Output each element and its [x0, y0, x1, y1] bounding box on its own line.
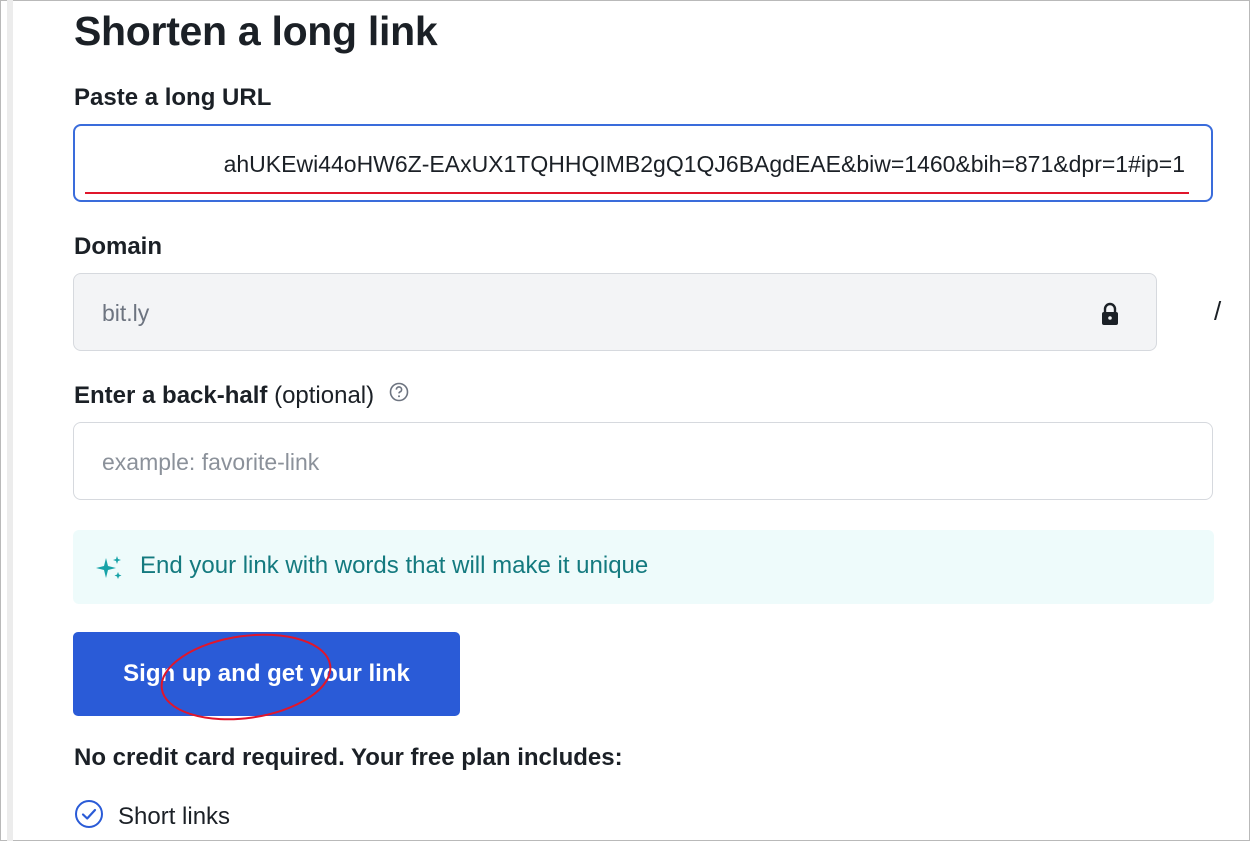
domain-separator: / [1214, 296, 1222, 326]
backhalf-label-text: Enter a back-half [74, 382, 268, 409]
domain-label: Domain [74, 233, 163, 260]
domain-field: bit.ly [73, 273, 1157, 351]
lock-icon [1100, 302, 1120, 332]
signup-get-link-button[interactable]: Sign up and get your link [73, 632, 460, 716]
sparkles-icon [95, 555, 123, 586]
url-label: Paste a long URL [74, 84, 272, 111]
annotation-underline [85, 192, 1189, 194]
backhalf-placeholder: example: favorite-link [102, 449, 320, 475]
backhalf-label: Enter a back-half (optional) [74, 382, 409, 410]
check-circle-icon [74, 799, 104, 834]
tip-text: End your link with words that will make … [140, 552, 649, 579]
feature-label: Short links [118, 803, 231, 830]
left-divider [7, 0, 13, 841]
backhalf-optional: (optional) [274, 382, 375, 409]
tip-banner: End your link with words that will make … [73, 530, 1214, 604]
plan-note: No credit card required. Your free plan … [74, 744, 623, 771]
long-url-value: ahUKEwi44oHW6Z-EAxUX1TQHHQIMB2gQ1QJ6BAgd… [223, 151, 1185, 177]
page-title: Shorten a long link [74, 8, 438, 54]
domain-value: bit.ly [102, 300, 150, 326]
help-circle-icon[interactable] [389, 381, 409, 409]
backhalf-input[interactable]: example: favorite-link [73, 422, 1213, 500]
long-url-input[interactable]: ahUKEwi44oHW6Z-EAxUX1TQHHQIMB2gQ1QJ6BAgd… [73, 124, 1213, 202]
